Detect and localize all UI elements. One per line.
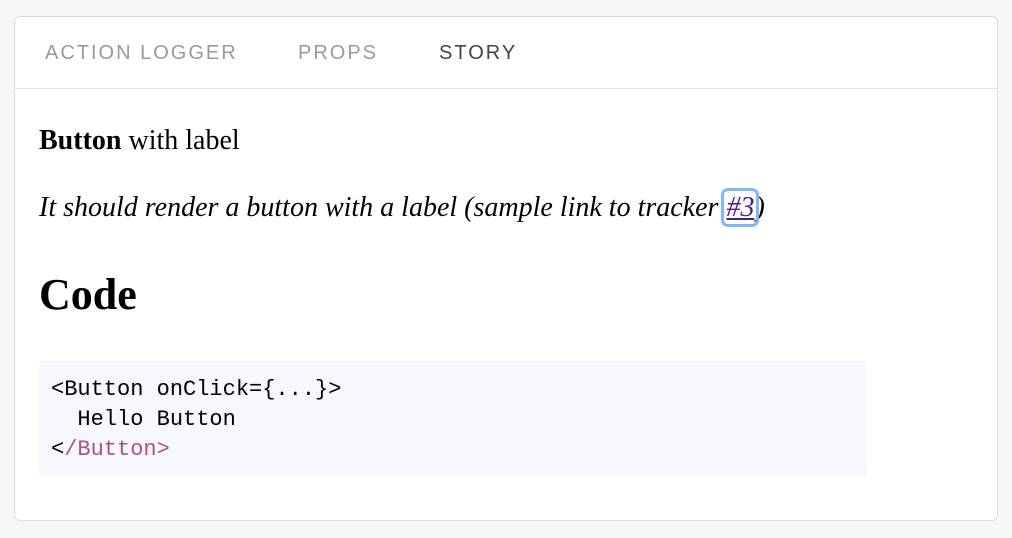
description-text: It should render a button with a label (…: [39, 192, 726, 223]
tab-props[interactable]: PROPS: [298, 41, 378, 65]
story-content: Button with label It should render a but…: [39, 89, 973, 520]
story-description: It should render a button with a label (…: [39, 188, 765, 227]
story-title: Button with label: [39, 125, 240, 157]
code-line-3-open: <: [51, 437, 65, 462]
tab-bar: ACTION LOGGER PROPS STORY: [15, 17, 997, 89]
code-line-3-tag: /Button>: [64, 437, 170, 462]
story-title-component: Button: [39, 125, 122, 156]
tab-action-logger[interactable]: ACTION LOGGER: [45, 41, 238, 65]
tracker-link[interactable]: #3: [721, 188, 760, 227]
tab-story[interactable]: STORY: [439, 41, 517, 65]
code-line-2: Hello Button: [51, 407, 236, 432]
code-block: <Button onClick={...}> Hello Button </Bu…: [39, 361, 867, 477]
story-title-rest: with label: [121, 125, 240, 156]
description-end: ): [755, 192, 765, 223]
addon-panel: ACTION LOGGER PROPS STORY Button with la…: [14, 16, 998, 521]
code-line-1: <Button onClick={...}>: [51, 377, 342, 402]
code-heading: Code: [39, 270, 137, 319]
